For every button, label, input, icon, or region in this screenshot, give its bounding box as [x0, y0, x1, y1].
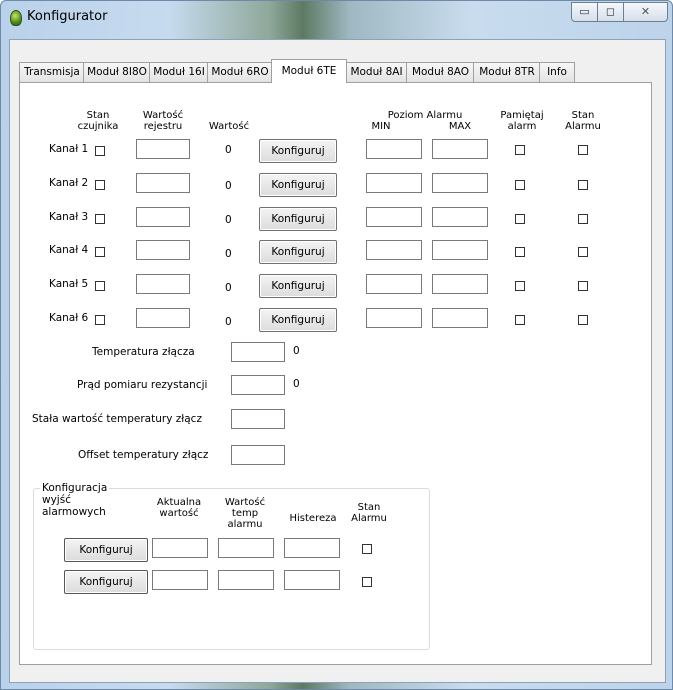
alarm-max-input[interactable]	[432, 207, 488, 227]
alarm-min-input[interactable]	[366, 274, 422, 294]
header-text: Wartość	[142, 110, 184, 121]
header-wartosc-rejestru: Wartość rejestru	[136, 110, 190, 132]
sensor-state-checkbox[interactable]	[95, 281, 105, 291]
sensor-state-checkbox[interactable]	[95, 214, 105, 224]
channel-value: 0	[225, 180, 232, 192]
temperatura-zlacza-input[interactable]	[231, 342, 285, 362]
remember-alarm-checkbox[interactable]	[515, 281, 525, 291]
remember-alarm-checkbox[interactable]	[515, 214, 525, 224]
channel-label: Kanał 3	[49, 211, 89, 223]
header-text: Alarmu	[565, 121, 601, 132]
channel-label: Kanał 6	[49, 312, 89, 324]
alarm-state-checkbox[interactable]	[578, 145, 588, 155]
channel-value: 0	[225, 248, 232, 260]
alarm-max-input[interactable]	[432, 139, 488, 159]
alarm-max-input[interactable]	[432, 308, 488, 328]
alarm-min-input[interactable]	[366, 308, 422, 328]
alarm-min-input[interactable]	[366, 139, 422, 159]
alarm-min-input[interactable]	[366, 207, 422, 227]
sensor-state-checkbox[interactable]	[95, 180, 105, 190]
sensor-state-checkbox[interactable]	[95, 247, 105, 257]
register-value-input[interactable]	[136, 308, 190, 328]
tab-transmisja[interactable]: Transmisja	[19, 62, 85, 82]
register-value-input[interactable]	[136, 240, 190, 260]
alarm-state-checkbox[interactable]	[578, 281, 588, 291]
header-text: alarm	[507, 121, 537, 132]
sensor-state-checkbox[interactable]	[95, 146, 105, 156]
alarm-max-input[interactable]	[432, 173, 488, 193]
channel-value: 0	[225, 214, 232, 226]
channel-label: Kanał 4	[49, 244, 89, 256]
header-text: rejestru	[143, 121, 183, 132]
alarm-max-input[interactable]	[432, 274, 488, 294]
alarm-state-checkbox[interactable]	[578, 214, 588, 224]
tab-modul-6te[interactable]: Moduł 6TE	[271, 59, 347, 83]
tab-modul-16i[interactable]: Moduł 16I	[149, 62, 209, 82]
stala-wartosc-label: Stała wartość temperatury złącz	[32, 413, 202, 425]
header-text: Stan	[571, 110, 595, 121]
header-text: Pamiętaj	[500, 110, 544, 121]
header-pamietaj-alarm: Pamiętaj alarm	[494, 110, 550, 132]
tab-info[interactable]: Info	[539, 62, 575, 82]
temperatura-zlacza-value: 0	[293, 345, 300, 357]
tab-modul-8tr[interactable]: Moduł 8TR	[473, 62, 541, 82]
remember-alarm-checkbox[interactable]	[515, 315, 525, 325]
tab-modul-8ai[interactable]: Moduł 8AI	[345, 62, 408, 82]
alarm-min-input[interactable]	[366, 240, 422, 260]
temperatura-zlacza-label: Temperatura złącza	[92, 346, 195, 358]
configure-button[interactable]: Konfiguruj	[259, 207, 337, 231]
remember-alarm-checkbox[interactable]	[515, 145, 525, 155]
alarm-state-checkbox[interactable]	[578, 315, 588, 325]
alarm-state-checkbox[interactable]	[578, 180, 588, 190]
header-stan-alarmu: Stan Alarmu	[558, 110, 608, 132]
register-value-input[interactable]	[136, 139, 190, 159]
channel-value: 0	[225, 144, 232, 156]
register-value-input[interactable]	[136, 274, 190, 294]
tab-modul-8i8o[interactable]: Moduł 8I8O	[83, 62, 151, 82]
window-title: Konfigurator	[27, 9, 108, 24]
header-max: MAX	[448, 121, 472, 132]
channel-label: Kanał 2	[49, 177, 89, 189]
header-poziom-alarmu: Poziom Alarmu	[387, 110, 463, 121]
sensor-state-checkbox[interactable]	[95, 315, 105, 325]
configure-button[interactable]: Konfiguruj	[259, 308, 337, 332]
tab-modul-8ao[interactable]: Moduł 8AO	[406, 62, 475, 82]
configure-button[interactable]: Konfiguruj	[259, 173, 337, 197]
register-value-input[interactable]	[136, 173, 190, 193]
channel-value: 0	[225, 316, 232, 328]
offset-label: Offset temperatury złącz	[78, 449, 209, 461]
alarm-max-input[interactable]	[432, 240, 488, 260]
header-text: Stan	[86, 110, 110, 121]
configure-button[interactable]: Konfiguruj	[259, 139, 337, 163]
tab-modul-6ro[interactable]: Moduł 6RO	[207, 62, 273, 82]
alarm-outputs-group-title: Konfiguracja wyjść alarmowych	[40, 482, 110, 518]
channel-label: Kanał 5	[49, 278, 89, 290]
prad-pomiaru-label: Prąd pomiaru rezystancji	[77, 379, 208, 391]
app-icon	[10, 10, 22, 26]
remember-alarm-checkbox[interactable]	[515, 247, 525, 257]
header-text: czujnika	[77, 121, 119, 132]
header-stan-czujnika: Stan czujnika	[76, 110, 120, 132]
prad-pomiaru-input[interactable]	[231, 375, 285, 395]
stala-wartosc-input[interactable]	[231, 409, 285, 429]
close-button[interactable]: ✕	[623, 2, 668, 22]
header-wartosc: Wartość	[208, 121, 250, 132]
maximize-button[interactable]: ◻	[597, 2, 624, 22]
minimize-button[interactable]: ▭	[571, 2, 598, 22]
channel-label: Kanał 1	[49, 143, 89, 155]
offset-input[interactable]	[231, 445, 285, 465]
configure-button[interactable]: Konfiguruj	[259, 274, 337, 298]
channel-value: 0	[225, 282, 232, 294]
header-min: MIN	[371, 121, 391, 132]
register-value-input[interactable]	[136, 207, 190, 227]
remember-alarm-checkbox[interactable]	[515, 180, 525, 190]
alarm-min-input[interactable]	[366, 173, 422, 193]
prad-pomiaru-value: 0	[293, 378, 300, 390]
configure-button[interactable]: Konfiguruj	[259, 240, 337, 264]
title-bar: Konfigurator ▭ ◻ ✕	[1, 1, 672, 39]
alarm-state-checkbox[interactable]	[578, 247, 588, 257]
